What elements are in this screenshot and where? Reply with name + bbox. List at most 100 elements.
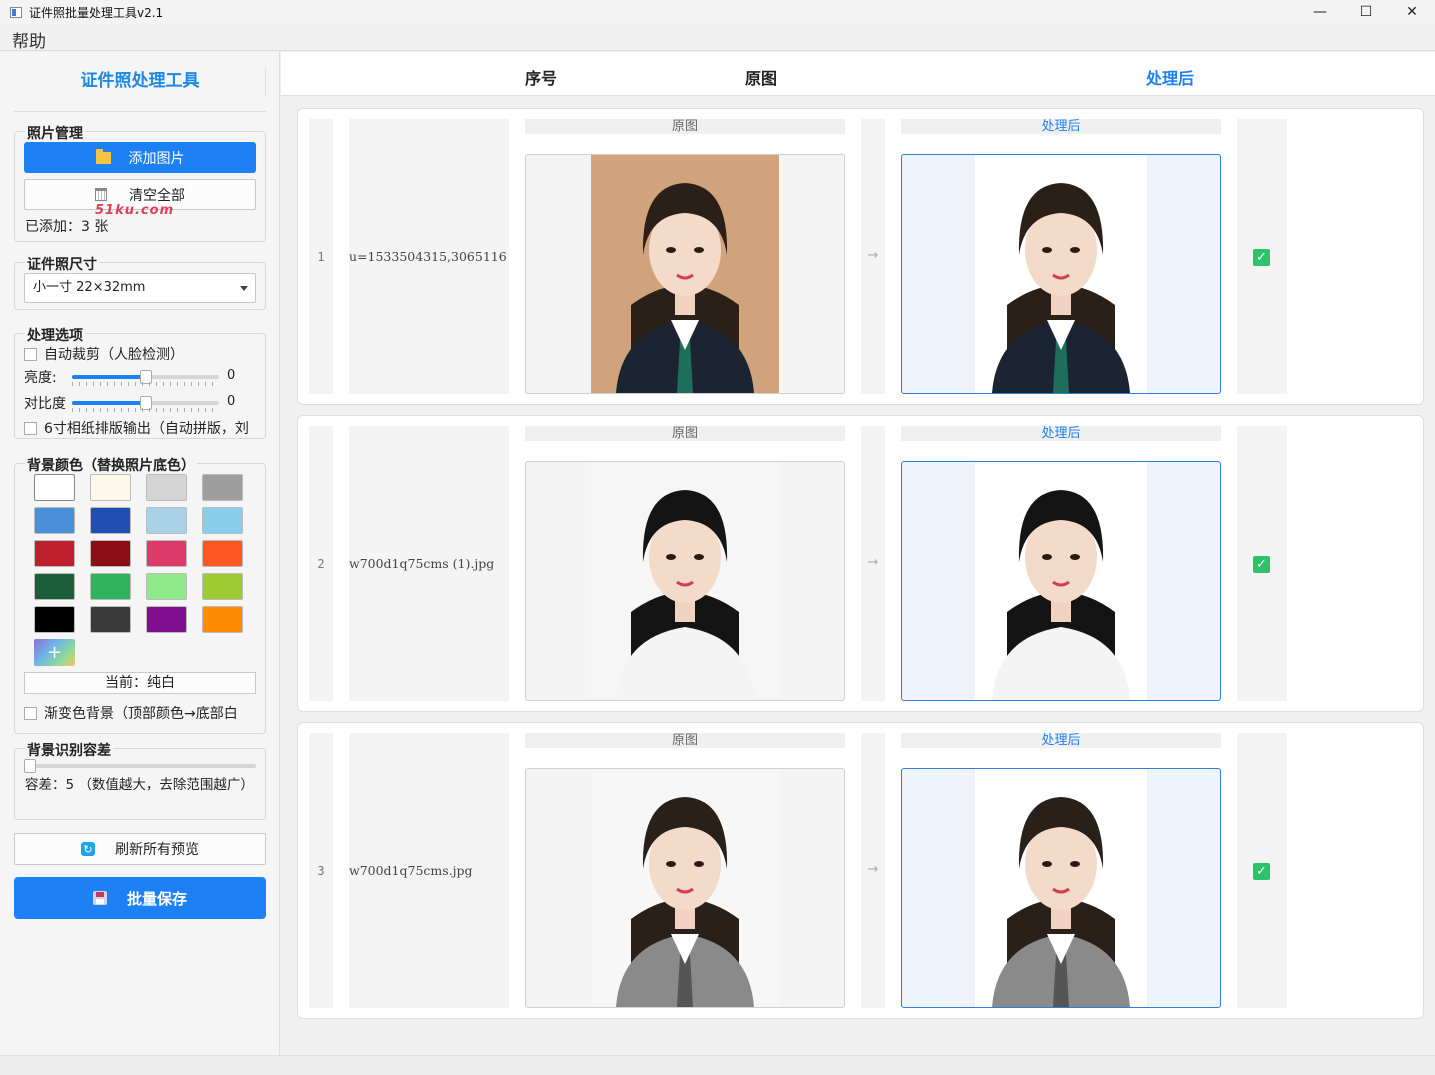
photo-row: 1 u=1533504315,3065116 原图 → 处理后 ✓ — [297, 108, 1424, 405]
color-swatch[interactable] — [146, 540, 187, 567]
maximize-button[interactable]: ☐ — [1343, 0, 1389, 24]
processed-image-box[interactable] — [901, 461, 1221, 701]
color-swatch[interactable] — [146, 573, 187, 600]
color-swatch[interactable] — [202, 606, 243, 633]
app-icon — [10, 6, 22, 18]
header-processed: 处理后 — [1146, 69, 1195, 88]
arrow-icon: → — [867, 248, 879, 263]
batch-save-label: 批量保存 — [126, 889, 187, 908]
processing-options-group: 处理选项 自动裁剪（人脸检测） 亮度: 0 对比度 0 6寸相纸排版输出（自动拼… — [14, 325, 266, 439]
check-icon[interactable]: ✓ — [1253, 556, 1270, 573]
title-bar: 证件照批量处理工具v2.1 — ☐ ✕ — [0, 0, 1435, 24]
photo-size-select[interactable]: 小一寸 22×32mm — [24, 273, 256, 303]
photo-size-group: 证件照尺寸 小一寸 22×32mm — [14, 254, 266, 310]
photo-management-label: 照片管理 — [25, 123, 85, 143]
color-swatch[interactable] — [146, 606, 187, 633]
row-filename: u=1533504315,3065116 — [349, 249, 507, 264]
layout-6inch-option[interactable]: 6寸相纸排版输出（自动拼版，刘 — [24, 418, 256, 438]
check-icon[interactable]: ✓ — [1253, 249, 1270, 266]
processed-image-box[interactable] — [901, 154, 1221, 394]
brightness-row: 亮度: 0 — [24, 367, 256, 387]
color-swatch[interactable] — [146, 507, 187, 534]
layout-6inch-checkbox[interactable] — [24, 421, 37, 435]
close-button[interactable]: ✕ — [1389, 0, 1435, 24]
clear-all-label: 清空全部 — [129, 187, 185, 204]
batch-save-button[interactable]: 批量保存 — [14, 877, 266, 919]
color-swatch[interactable] — [34, 540, 75, 567]
original-label: 原图 — [525, 426, 845, 441]
check-icon[interactable]: ✓ — [1253, 863, 1270, 880]
processing-options-label: 处理选项 — [25, 325, 85, 345]
color-swatch[interactable] — [146, 474, 187, 501]
brightness-fill — [72, 375, 146, 379]
row-index: 3 — [317, 864, 325, 878]
auto-crop-label: 自动裁剪（人脸检测） — [44, 347, 184, 363]
menu-bar: 帮助 — [0, 25, 1435, 52]
background-color-group: 背景颜色（替换照片底色） + 当前：纯白 渐变色背景（顶部颜色→底部白 — [14, 455, 266, 734]
original-label: 原图 — [525, 733, 845, 748]
brightness-slider[interactable] — [72, 370, 219, 384]
tolerance-label: 背景识别容差 — [25, 740, 113, 760]
processed-label: 处理后 — [901, 733, 1221, 748]
contrast-slider[interactable] — [72, 396, 219, 410]
brightness-label: 亮度: — [24, 370, 57, 386]
custom-color-button[interactable]: + — [34, 639, 75, 666]
add-images-button[interactable]: 添加图片 — [24, 142, 256, 173]
gradient-background-option[interactable]: 渐变色背景（顶部颜色→底部白 — [24, 703, 256, 723]
color-swatch[interactable] — [202, 474, 243, 501]
row-index: 2 — [317, 557, 325, 571]
color-swatch[interactable] — [34, 474, 75, 501]
row-filename: w700d1q75cms.jpg — [349, 863, 473, 878]
processed-label: 处理后 — [901, 119, 1221, 134]
portrait-image — [975, 155, 1147, 393]
color-swatch[interactable] — [34, 573, 75, 600]
tolerance-group: 背景识别容差 容差：5 （数值越大，去除范围越广） — [14, 740, 266, 820]
header-index: 序号 — [525, 69, 558, 88]
processed-label: 处理后 — [901, 426, 1221, 441]
tolerance-handle[interactable] — [24, 759, 36, 773]
color-swatch[interactable] — [90, 573, 131, 600]
added-count: 已添加：3 张 — [25, 219, 109, 235]
current-color-display: 当前：纯白 — [24, 672, 256, 694]
tolerance-slider[interactable] — [24, 759, 256, 773]
brightness-ticks — [72, 382, 219, 386]
gradient-background-checkbox[interactable] — [24, 706, 37, 720]
tolerance-text: 容差：5 （数值越大，去除范围越广） — [25, 777, 254, 793]
layout-6inch-label: 6寸相纸排版输出（自动拼版，刘 — [44, 421, 249, 437]
color-swatch[interactable] — [90, 507, 131, 534]
original-label: 原图 — [525, 119, 845, 134]
color-swatch[interactable] — [90, 540, 131, 567]
color-swatch[interactable] — [202, 540, 243, 567]
arrow-icon: → — [867, 555, 879, 570]
auto-crop-checkbox[interactable] — [24, 347, 37, 361]
save-icon — [92, 891, 107, 905]
chevron-down-icon — [240, 286, 248, 291]
add-images-label: 添加图片 — [128, 150, 185, 167]
refresh-icon: ↻ — [81, 842, 95, 856]
color-swatch[interactable] — [202, 507, 243, 534]
color-swatch[interactable] — [34, 606, 75, 633]
minimize-button[interactable]: — — [1297, 0, 1343, 24]
original-image-box[interactable] — [525, 461, 845, 701]
contrast-ticks — [72, 408, 219, 412]
refresh-previews-label: 刷新所有预览 — [115, 842, 199, 858]
auto-crop-option[interactable]: 自动裁剪（人脸检测） — [24, 344, 256, 364]
color-swatch[interactable] — [34, 507, 75, 534]
original-image-box[interactable] — [525, 768, 845, 1008]
sidebar: 证件照处理工具 照片管理 添加图片 清空全部 51ku.com 已添加：3 张 … — [0, 52, 280, 1055]
photo-management-group: 照片管理 添加图片 清空全部 51ku.com 已添加：3 张 — [14, 123, 266, 242]
portrait-image — [591, 769, 779, 1007]
original-image-box[interactable] — [525, 154, 845, 394]
color-swatch[interactable] — [90, 474, 131, 501]
folder-icon — [95, 148, 111, 164]
sidebar-title: 证件照处理工具 — [14, 62, 266, 112]
processed-image-box[interactable] — [901, 768, 1221, 1008]
table-header: 序号 原图 处理后 — [281, 52, 1435, 96]
refresh-previews-button[interactable]: ↻ 刷新所有预览 — [14, 833, 266, 865]
color-swatch[interactable] — [90, 606, 131, 633]
color-swatch[interactable] — [202, 573, 243, 600]
contrast-fill — [72, 401, 146, 405]
contrast-label: 对比度 — [24, 396, 66, 412]
header-original: 原图 — [745, 69, 778, 88]
menu-help[interactable]: 帮助 — [12, 27, 46, 52]
